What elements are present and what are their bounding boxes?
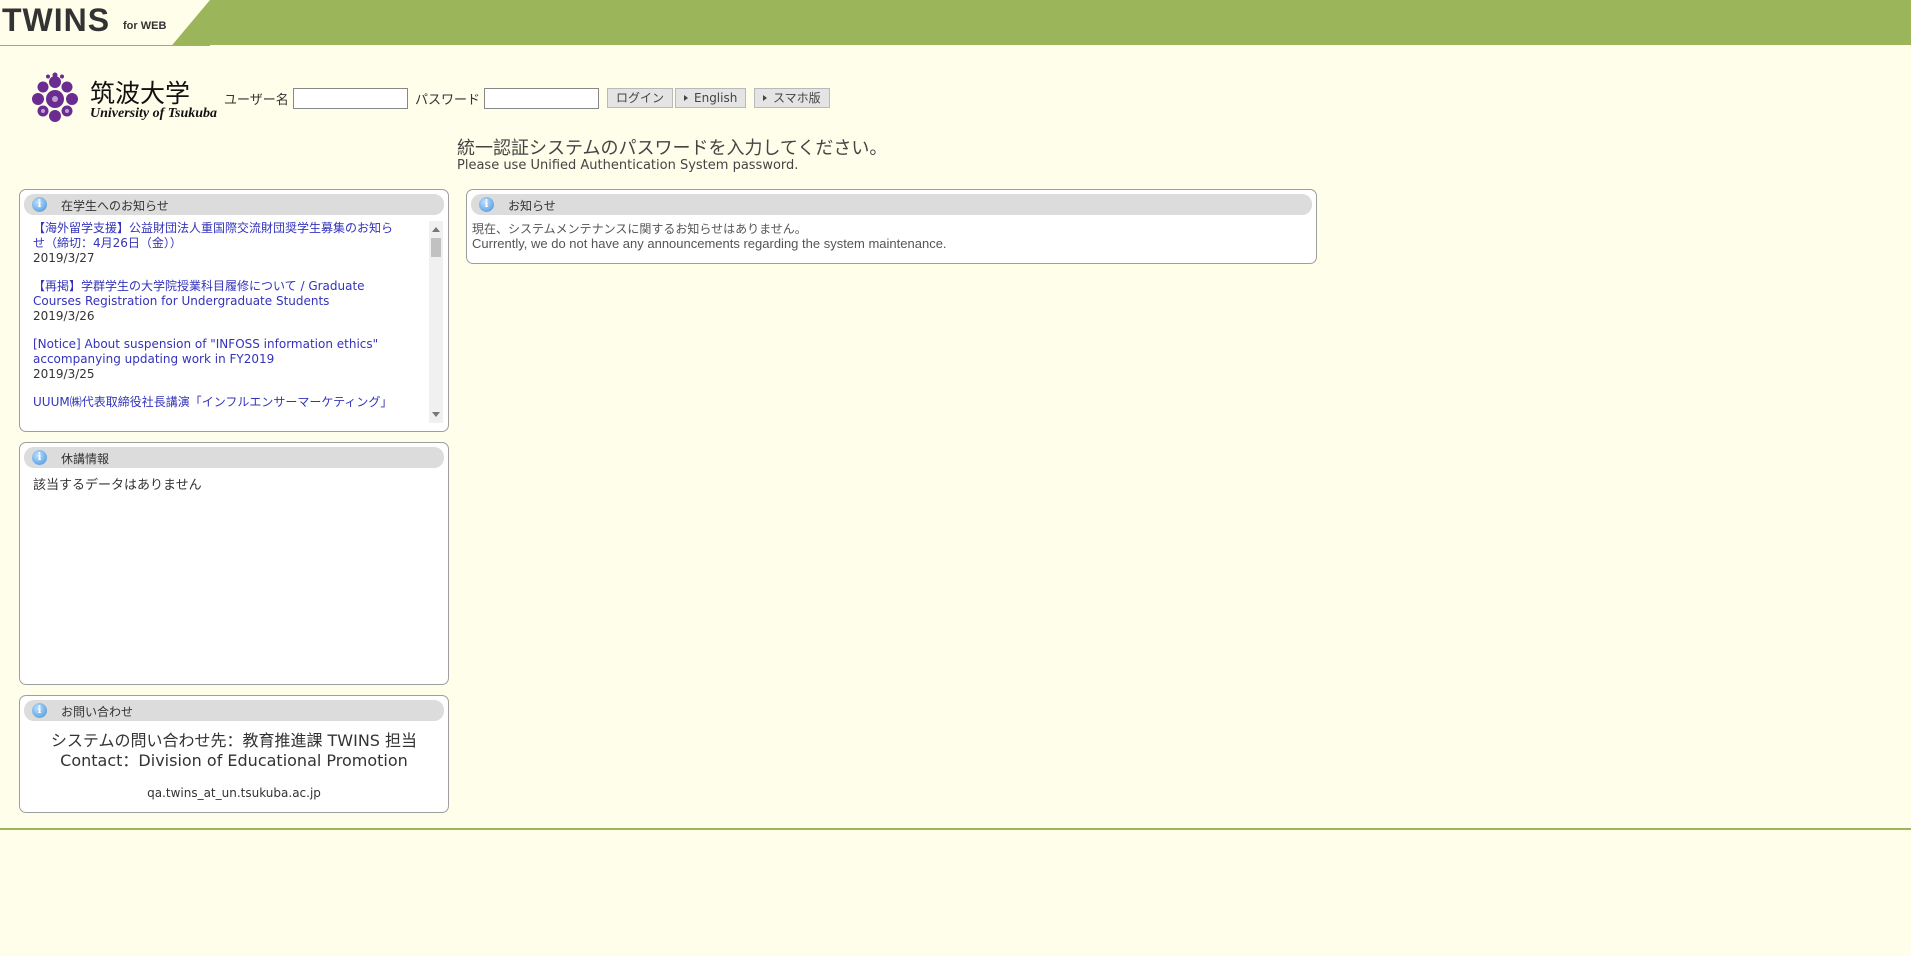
contact-en: Contact：Division of Educational Promotio… bbox=[60, 751, 408, 770]
scroll-thumb[interactable] bbox=[431, 238, 441, 257]
panel-header: i 休講情報 bbox=[24, 447, 444, 468]
password-label: パスワード bbox=[415, 93, 481, 108]
list-item: UUUM㈱代表取締役社長講演「インフルエンサーマーケティング」 bbox=[33, 395, 438, 410]
news-date: 2019/3/25 bbox=[33, 367, 95, 381]
info-icon: i bbox=[32, 703, 47, 718]
top-header-bar bbox=[0, 0, 1911, 45]
logo-japanese-name: 筑波大学 bbox=[90, 79, 191, 108]
news-date: 2019/3/26 bbox=[33, 309, 95, 323]
news-link[interactable]: 【海外留学支援】公益財団法人重国際交流財団奨学生募集のお知らせ（締切：4月26日… bbox=[33, 221, 403, 251]
info-icon: i bbox=[479, 197, 494, 212]
notice-en: Currently, we do not have any announceme… bbox=[472, 236, 947, 251]
info-icon: i bbox=[32, 197, 47, 212]
news-link[interactable]: UUUM㈱代表取締役社長講演「インフルエンサーマーケティング」 bbox=[33, 395, 403, 410]
panel-header: i 在学生へのお知らせ bbox=[24, 194, 444, 215]
brand-title: TWINS bbox=[2, 2, 111, 38]
panel-header: i お知らせ bbox=[471, 194, 1312, 215]
university-logo: 筑波大学 University of Tsukuba bbox=[28, 72, 218, 126]
notice-ja: 現在、システムメンテナンスに関するお知らせはありません。 bbox=[472, 222, 807, 236]
login-button-label: ログイン bbox=[616, 91, 665, 105]
no-data-text: 該当するデータはありません bbox=[33, 478, 202, 493]
list-item: [Notice] About suspension of "INFOSS inf… bbox=[33, 337, 438, 382]
triangle-right-icon bbox=[763, 95, 767, 101]
english-button[interactable]: English bbox=[675, 88, 747, 108]
info-icon: i bbox=[32, 450, 47, 465]
panel-header: i お問い合わせ bbox=[24, 700, 444, 721]
news-date: 2019/3/27 bbox=[33, 251, 95, 265]
username-label: ユーザー名 bbox=[224, 93, 289, 108]
brand-subtitle: for WEB bbox=[123, 20, 167, 32]
english-button-label: English bbox=[694, 91, 738, 105]
news-list[interactable]: 【海外留学支援】公益財団法人重国際交流財団奨学生募集のお知らせ（締切：4月26日… bbox=[33, 221, 438, 423]
logo-english-name: University of Tsukuba bbox=[90, 106, 218, 121]
panel-title: 休講情報 bbox=[61, 452, 110, 466]
list-item: 【海外留学支援】公益財団法人重国際交流財団奨学生募集のお知らせ（締切：4月26日… bbox=[33, 221, 438, 266]
panel-title: お知らせ bbox=[508, 199, 556, 213]
smartphone-button-label: スマホ版 bbox=[773, 91, 821, 105]
news-link[interactable]: 【再掲】学群学生の大学院授業科目履修について / Graduate Course… bbox=[33, 279, 403, 309]
panel-title: お問い合わせ bbox=[61, 705, 134, 719]
student-news-panel: i 在学生へのお知らせ 【海外留学支援】公益財団法人重国際交流財団奨学生募集のお… bbox=[19, 189, 449, 432]
class-cancellation-panel: i 休講情報 該当するデータはありません bbox=[19, 442, 449, 685]
notices-panel: i お知らせ 現在、システムメンテナンスに関するお知らせはありません。 Curr… bbox=[466, 189, 1317, 264]
scroll-down-icon[interactable] bbox=[432, 412, 440, 417]
username-input[interactable] bbox=[293, 88, 408, 109]
contact-email: qa.twins_at_un.tsukuba.ac.jp bbox=[147, 786, 321, 800]
password-instruction-ja: 統一認証システムのパスワードを入力してください。 bbox=[457, 138, 888, 159]
password-input[interactable] bbox=[484, 88, 599, 109]
password-instruction-en: Please use Unified Authentication System… bbox=[457, 158, 799, 173]
news-link[interactable]: [Notice] About suspension of "INFOSS inf… bbox=[33, 337, 403, 367]
triangle-right-icon bbox=[684, 95, 688, 101]
contact-panel: i お問い合わせ システムの問い合わせ先：教育推進課 TWINS 担当 Cont… bbox=[19, 695, 449, 813]
panel-title: 在学生へのお知らせ bbox=[61, 199, 169, 213]
news-scrollbar[interactable] bbox=[429, 221, 443, 423]
header-underline bbox=[0, 45, 210, 46]
smartphone-version-button[interactable]: スマホ版 bbox=[754, 88, 830, 108]
footer-divider bbox=[0, 828, 1911, 830]
list-item: 【再掲】学群学生の大学院授業科目履修について / Graduate Course… bbox=[33, 279, 438, 324]
login-button[interactable]: ログイン bbox=[607, 88, 674, 108]
university-crest-icon bbox=[32, 72, 78, 122]
scroll-up-icon[interactable] bbox=[432, 227, 440, 232]
